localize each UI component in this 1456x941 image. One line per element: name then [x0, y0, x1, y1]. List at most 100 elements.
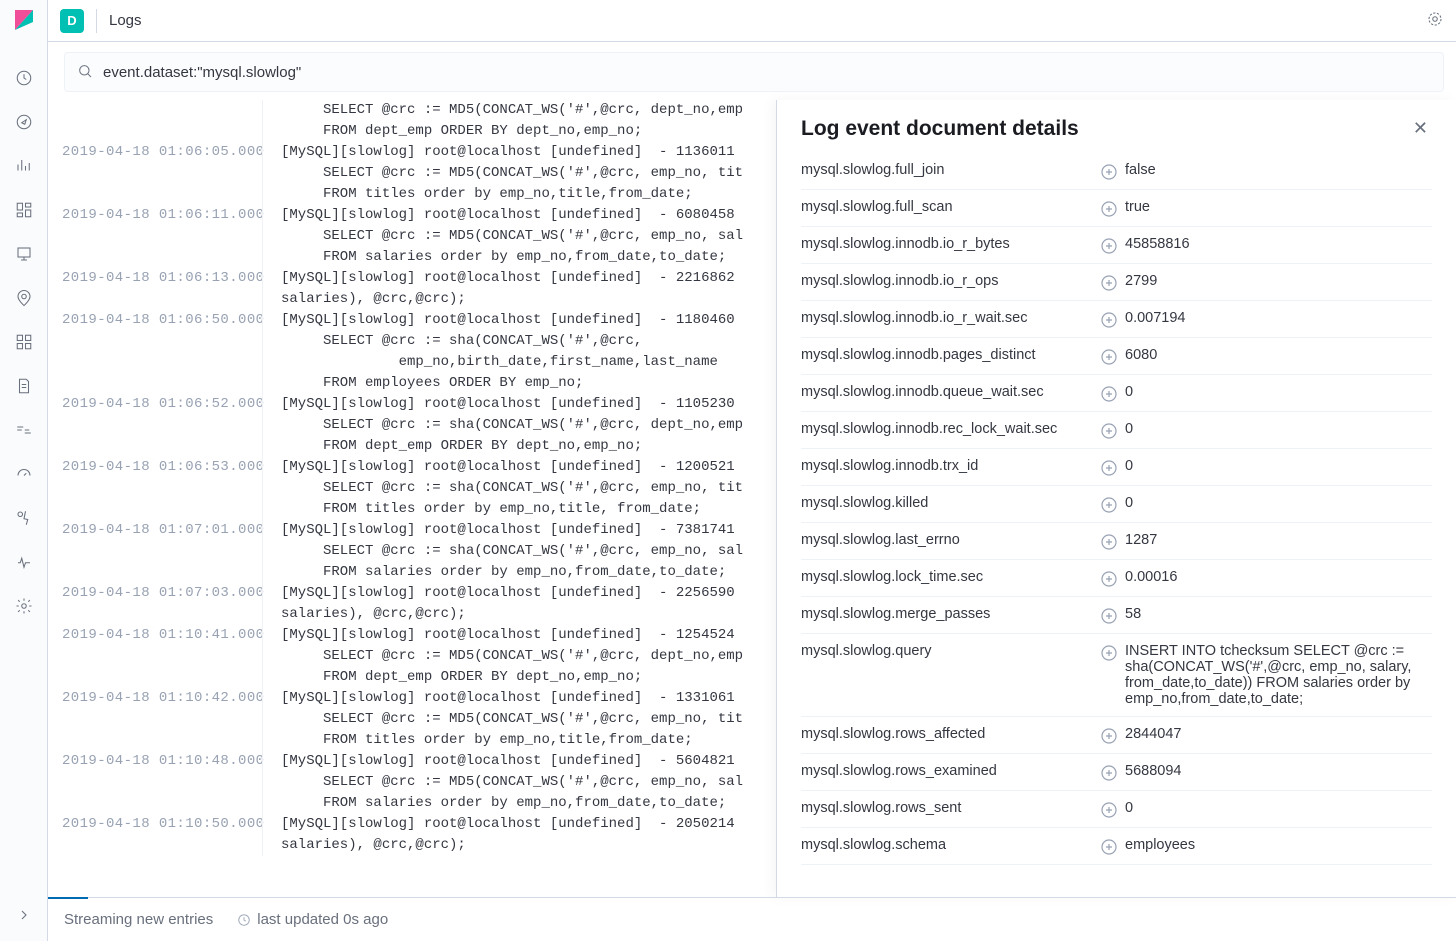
field-type-icon	[1101, 349, 1117, 365]
logs-icon[interactable]	[12, 374, 36, 398]
detail-field-name: mysql.slowlog.innodb.trx_id	[801, 458, 1101, 474]
detail-row: mysql.slowlog.rows_affected2844047	[801, 717, 1432, 754]
detail-field-name: mysql.slowlog.full_scan	[801, 199, 1101, 215]
streaming-status: Streaming new entries	[64, 911, 213, 928]
global-sidenav	[0, 0, 48, 941]
log-timestamp: 2019-04-18 01:07:01.000	[62, 520, 262, 583]
detail-field-name: mysql.slowlog.innodb.io_r_wait.sec	[801, 310, 1101, 326]
field-type-icon	[1101, 275, 1117, 291]
details-flyout: Log event document details ✕ mysql.slowl…	[776, 100, 1456, 897]
status-bar: Streaming new entries last updated 0s ag…	[48, 897, 1456, 941]
dashboard-icon[interactable]	[12, 198, 36, 222]
flyout-title: Log event document details	[801, 117, 1079, 141]
log-timestamp: 2019-04-18 01:06:13.000	[62, 268, 262, 310]
query-bar[interactable]	[64, 52, 1444, 92]
field-type-icon	[1101, 534, 1117, 550]
detail-field-name: mysql.slowlog.lock_time.sec	[801, 569, 1101, 585]
detail-field-name: mysql.slowlog.rows_sent	[801, 800, 1101, 816]
log-timestamp: 2019-04-18 01:10:50.000	[62, 814, 262, 856]
field-type-icon	[1101, 839, 1117, 855]
detail-field-name: mysql.slowlog.innodb.io_r_bytes	[801, 236, 1101, 252]
detail-field-value: employees	[1101, 837, 1432, 855]
detail-field-value: false	[1101, 162, 1432, 180]
devtools-icon[interactable]	[12, 506, 36, 530]
log-timestamp: 2019-04-18 01:06:11.000	[62, 205, 262, 268]
detail-row: mysql.slowlog.innodb.queue_wait.sec0	[801, 375, 1432, 412]
maps-icon[interactable]	[12, 286, 36, 310]
detail-field-name: mysql.slowlog.innodb.pages_distinct	[801, 347, 1101, 363]
uptime-icon[interactable]	[12, 462, 36, 486]
discover-icon[interactable]	[12, 110, 36, 134]
detail-field-value: 0.007194	[1101, 310, 1432, 328]
detail-field-value: 45858816	[1101, 236, 1432, 254]
detail-row: mysql.slowlog.innodb.io_r_bytes45858816	[801, 227, 1432, 264]
detail-field-name: mysql.slowlog.rows_affected	[801, 726, 1101, 742]
detail-field-value: 6080	[1101, 347, 1432, 365]
detail-field-value: 0.00016	[1101, 569, 1432, 587]
field-type-icon	[1101, 201, 1117, 217]
divider	[96, 9, 97, 33]
kibana-logo-icon[interactable]	[12, 8, 36, 32]
management-icon[interactable]	[12, 594, 36, 618]
detail-field-value: 0	[1101, 458, 1432, 476]
flyout-body[interactable]: mysql.slowlog.full_joinfalsemysql.slowlo…	[777, 153, 1456, 897]
last-updated: last updated 0s ago	[237, 911, 388, 928]
query-input[interactable]	[103, 64, 1431, 81]
detail-field-value: 0	[1101, 384, 1432, 402]
field-type-icon	[1101, 497, 1117, 513]
monitoring-icon[interactable]	[12, 550, 36, 574]
sidenav-expand-icon[interactable]	[12, 903, 36, 927]
detail-field-value: 0	[1101, 800, 1432, 818]
detail-row: mysql.slowlog.rows_examined5688094	[801, 754, 1432, 791]
detail-field-name: mysql.slowlog.innodb.io_r_ops	[801, 273, 1101, 289]
recent-icon[interactable]	[12, 66, 36, 90]
log-timestamp: 2019-04-18 01:06:05.000	[62, 142, 262, 205]
detail-row: mysql.slowlog.full_joinfalse	[801, 153, 1432, 190]
log-timestamp: 2019-04-18 01:06:52.000	[62, 394, 262, 457]
apm-icon[interactable]	[12, 418, 36, 442]
field-type-icon	[1101, 312, 1117, 328]
visualize-icon[interactable]	[12, 154, 36, 178]
detail-field-name: mysql.slowlog.schema	[801, 837, 1101, 853]
space-selector[interactable]: D	[60, 9, 84, 33]
log-timestamp	[62, 100, 262, 142]
detail-row: mysql.slowlog.killed0	[801, 486, 1432, 523]
field-type-icon	[1101, 164, 1117, 180]
log-timestamp: 2019-04-18 01:10:41.000	[62, 625, 262, 688]
detail-field-value: 58	[1101, 606, 1432, 624]
log-timestamp: 2019-04-18 01:06:50.000	[62, 310, 262, 394]
detail-field-value: 2844047	[1101, 726, 1432, 744]
search-icon	[77, 63, 93, 82]
detail-row: mysql.slowlog.lock_time.sec0.00016	[801, 560, 1432, 597]
breadcrumb[interactable]: Logs	[109, 12, 142, 29]
detail-row: mysql.slowlog.full_scantrue	[801, 190, 1432, 227]
log-timestamp: 2019-04-18 01:07:03.000	[62, 583, 262, 625]
field-type-icon	[1101, 608, 1117, 624]
detail-field-name: mysql.slowlog.innodb.queue_wait.sec	[801, 384, 1101, 400]
detail-row: mysql.slowlog.innodb.rec_lock_wait.sec0	[801, 412, 1432, 449]
close-icon[interactable]: ✕	[1409, 114, 1432, 143]
log-timestamp: 2019-04-18 01:06:53.000	[62, 457, 262, 520]
infrastructure-icon[interactable]	[12, 330, 36, 354]
log-timestamp: 2019-04-18 01:10:42.000	[62, 688, 262, 751]
detail-row: mysql.slowlog.innodb.trx_id0	[801, 449, 1432, 486]
detail-field-name: mysql.slowlog.rows_examined	[801, 763, 1101, 779]
detail-field-name: mysql.slowlog.full_join	[801, 162, 1101, 178]
detail-row: mysql.slowlog.innodb.io_r_wait.sec0.0071…	[801, 301, 1432, 338]
detail-field-name: mysql.slowlog.last_errno	[801, 532, 1101, 548]
detail-field-name: mysql.slowlog.merge_passes	[801, 606, 1101, 622]
topbar-action-icon[interactable]	[1426, 10, 1444, 31]
topbar: D Logs	[48, 0, 1456, 42]
detail-row: mysql.slowlog.queryINSERT INTO tchecksum…	[801, 634, 1432, 717]
detail-field-name: mysql.slowlog.query	[801, 643, 1101, 659]
field-type-icon	[1101, 423, 1117, 439]
canvas-icon[interactable]	[12, 242, 36, 266]
detail-row: mysql.slowlog.merge_passes58	[801, 597, 1432, 634]
detail-row: mysql.slowlog.schemaemployees	[801, 828, 1432, 865]
detail-field-value: 1287	[1101, 532, 1432, 550]
detail-field-value: true	[1101, 199, 1432, 217]
detail-field-value: INSERT INTO tchecksum SELECT @crc := sha…	[1101, 643, 1432, 707]
detail-field-name: mysql.slowlog.killed	[801, 495, 1101, 511]
field-type-icon	[1101, 571, 1117, 587]
detail-row: mysql.slowlog.rows_sent0	[801, 791, 1432, 828]
